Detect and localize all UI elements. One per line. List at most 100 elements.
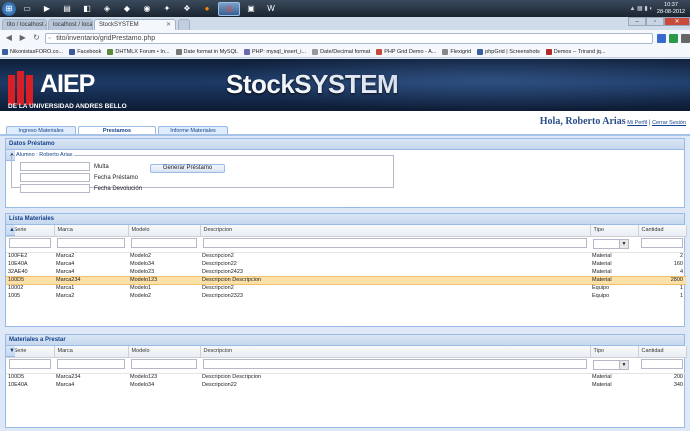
- bookmark-item[interactable]: PHP: mysql_insert_i...: [243, 48, 306, 55]
- table-cell: Marca1: [56, 285, 75, 292]
- close-window-icon[interactable]: ✕: [664, 17, 690, 26]
- browser-tab-1[interactable]: tito / localhost / inventari: [2, 19, 47, 30]
- bookmark-item[interactable]: Date format in MySQL: [175, 48, 238, 55]
- app3-icon[interactable]: ✦: [158, 2, 176, 16]
- filter-cell: [200, 236, 590, 253]
- bookmark-item[interactable]: NikonistasFORO.co...: [2, 48, 64, 55]
- filter-idserie-input[interactable]: [9, 238, 51, 249]
- bookmark-item[interactable]: Date/Decimal format: [312, 48, 370, 55]
- column-header-modelo[interactable]: Modelo: [128, 225, 201, 237]
- table-row[interactable]: 10E40A Marca4 Modelo34 Descripcion22 Materia…: [6, 381, 686, 389]
- maximize-icon[interactable]: ▫: [646, 17, 664, 26]
- column-header-tipo[interactable]: Tipo: [590, 346, 639, 358]
- filter-cantidad-input[interactable]: [641, 238, 683, 249]
- table-cell: Material: [590, 275, 638, 285]
- collapse-icon[interactable]: ▼: [6, 346, 15, 357]
- word-icon[interactable]: W: [262, 2, 280, 16]
- table-cell: Marca234: [56, 374, 81, 381]
- column-header-cantidad[interactable]: Cantidad: [638, 346, 687, 358]
- table-row[interactable]: 1005 Marca2 Modelo2 Descripcion2323 Equipo 1: [6, 292, 686, 300]
- table-cell: 100FE2: [8, 253, 28, 260]
- browser-tabstrip: tito / localhost / inventari localhost /…: [0, 17, 690, 30]
- app5-icon[interactable]: ▣: [242, 2, 260, 16]
- browser-toolbar: ◀ ▶ ↻ tito/inventario/gridPrestamo.php: [0, 30, 690, 46]
- address-bar[interactable]: tito/inventario/gridPrestamo.php: [45, 32, 653, 44]
- forward-icon[interactable]: ▶: [18, 33, 28, 43]
- bookmark-item[interactable]: PHP Grid Demo - A...: [376, 48, 436, 55]
- column-header-modelo[interactable]: Modelo: [128, 346, 201, 358]
- filter-descripcion-input[interactable]: [203, 359, 587, 370]
- table-row[interactable]: 100D5 Marca234 Modelo123 Descripcion Descri…: [6, 373, 686, 381]
- bookmark-item[interactable]: phpGrid | Screenshots: [477, 48, 540, 55]
- filter-modelo-input[interactable]: [131, 359, 197, 370]
- extension-icon[interactable]: [657, 33, 666, 43]
- bookmark-item[interactable]: Facebook: [69, 48, 101, 55]
- browser-tab-3[interactable]: StockSYSTEM ✕: [94, 19, 176, 30]
- collapse-icon[interactable]: ▲: [6, 225, 15, 236]
- bookmark-item[interactable]: Demos -- Trirand jq...: [545, 48, 605, 55]
- app2-icon[interactable]: ◆: [118, 2, 136, 16]
- column-header-tipo[interactable]: Tipo: [590, 225, 639, 237]
- fecha-devolucion-field[interactable]: [20, 184, 90, 193]
- generar-prestamo-button[interactable]: Generar Préstamo: [150, 164, 225, 173]
- close-tab-icon[interactable]: ✕: [166, 20, 171, 30]
- film-icon[interactable]: ▤: [58, 2, 76, 16]
- fecha-prestamo-field[interactable]: [20, 173, 90, 182]
- wrench-icon[interactable]: [681, 33, 690, 43]
- table-cell: Descripcion Descripcion: [202, 374, 261, 381]
- table-cell: 10E40A: [8, 261, 28, 267]
- column-header-marca[interactable]: Marca: [54, 346, 129, 358]
- table-row-selected[interactable]: 100D5 Marca234 Modelo123 Descripcion Descri…: [6, 275, 686, 285]
- browser-tab-2-label: localhost / localhost / inventario: [53, 21, 93, 28]
- bookmark-favicon-icon: [175, 48, 182, 55]
- new-tab-button[interactable]: [178, 19, 190, 30]
- system-clock[interactable]: 10:37 28-08-2012: [656, 2, 686, 16]
- back-icon[interactable]: ◀: [4, 33, 14, 43]
- app-header: AIEP DE LA UNIVERSIDAD ANDRES BELLO Stoc…: [0, 59, 690, 111]
- firefox-icon[interactable]: ●: [198, 2, 216, 16]
- filter-tipo-select[interactable]: ▼: [593, 360, 629, 370]
- filter-descripcion-input[interactable]: [203, 238, 587, 249]
- filter-marca-input[interactable]: [57, 359, 125, 370]
- steam-icon[interactable]: ◉: [138, 2, 156, 16]
- column-header-marca[interactable]: Marca: [54, 225, 129, 237]
- minimize-icon[interactable]: –: [628, 17, 646, 26]
- logout-link[interactable]: Cerrar Sesión: [652, 120, 686, 126]
- table-cell: Equipo: [592, 285, 610, 292]
- table-row[interactable]: 100FE2 Marca2 Modelo2 Descripcion2 Material 2: [6, 252, 686, 260]
- table-cell: Modelo34: [130, 382, 155, 388]
- filter-tipo-select[interactable]: ▼: [593, 239, 629, 249]
- filter-marca-input[interactable]: [57, 238, 125, 249]
- bookmark-item[interactable]: Flexigrid: [442, 48, 471, 55]
- app-icon[interactable]: ◧: [78, 2, 96, 16]
- table-cell: 1005: [8, 293, 21, 299]
- chrome-icon[interactable]: ◎: [218, 1, 240, 16]
- filter-cantidad-input[interactable]: [641, 359, 683, 370]
- media-icon[interactable]: ▶: [38, 2, 56, 16]
- table-row[interactable]: 32AE40 Marca4 Modelo23 Descripcion2423 Mater…: [6, 268, 686, 276]
- column-header-cantidad[interactable]: Cantidad: [638, 225, 687, 237]
- multa-field[interactable]: [20, 162, 90, 171]
- browser-tab-2[interactable]: localhost / localhost / inventario: [48, 19, 93, 30]
- table-row[interactable]: 10E40A Marca4 Modelo34 Descripcion22 Materia…: [6, 260, 686, 268]
- table-row[interactable]: 10002 Marca1 Modelo1 Descripcion2 Equipo 1: [6, 284, 686, 292]
- extension2-icon[interactable]: [669, 33, 678, 43]
- tray-icons[interactable]: ▲ ▦ ▮ ◐: [629, 5, 653, 12]
- column-header-descripcion[interactable]: Descripcion: [200, 225, 591, 237]
- bookmark-label: NikonistasFORO.co...: [10, 48, 64, 55]
- column-header-descripcion[interactable]: Descripcion: [200, 346, 591, 358]
- bookmark-item[interactable]: DHTMLX Forum • In...: [107, 48, 170, 55]
- filter-idserie-input[interactable]: [9, 359, 51, 370]
- splitter-2[interactable]: [5, 324, 685, 332]
- filter-cell: ▼: [590, 236, 638, 253]
- reload-icon[interactable]: ↻: [32, 33, 42, 43]
- fecha-prestamo-row: Fecha Préstamo: [20, 173, 138, 182]
- profile-link[interactable]: Mi Perfil: [627, 120, 647, 126]
- app4-icon[interactable]: ❖: [178, 2, 196, 16]
- aiep-logo[interactable]: AIEP DE LA UNIVERSIDAD ANDRES BELLO: [8, 67, 127, 110]
- folder-icon[interactable]: ▭: [18, 2, 36, 16]
- game-icon[interactable]: ◈: [98, 2, 116, 16]
- table-cell: 1: [679, 285, 683, 292]
- start-orb-icon[interactable]: ⊞: [2, 1, 16, 16]
- filter-modelo-input[interactable]: [131, 238, 197, 249]
